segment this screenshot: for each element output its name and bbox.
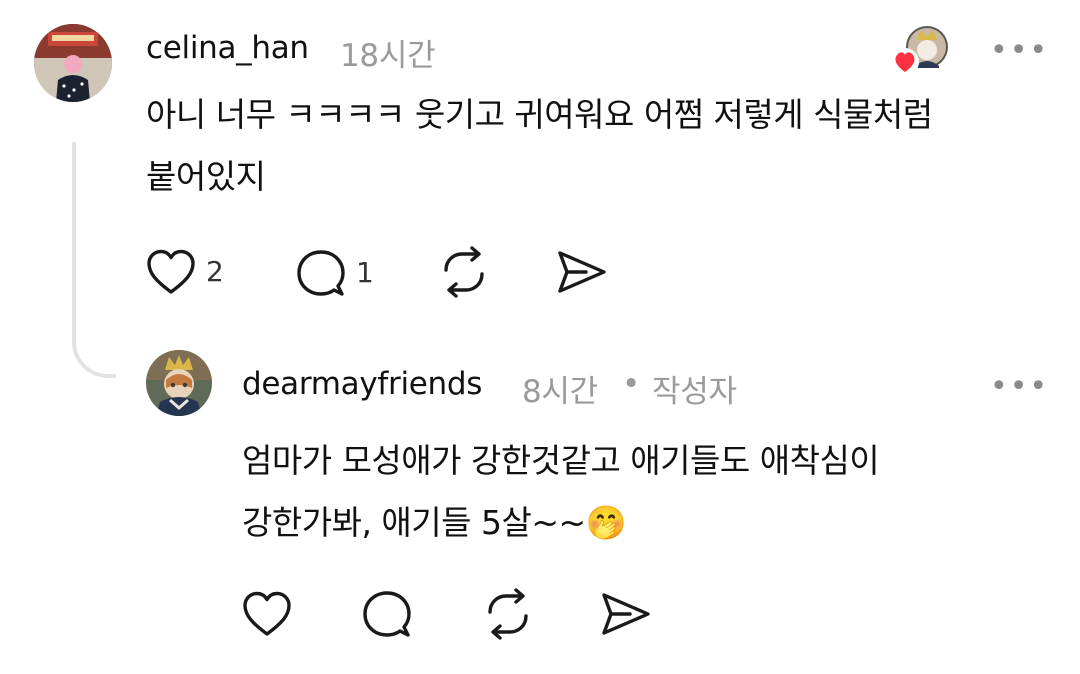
reply-like-button[interactable] [242,590,292,638]
share-icon [558,251,606,293]
reply-more-button[interactable]: ••• [990,372,1049,402]
comment-reply-button[interactable]: 1 [296,248,374,298]
repost-icon [444,246,484,298]
heart-icon [243,591,291,636]
reply-author-badge: 작성자 [652,374,737,410]
avatar[interactable] [34,24,112,102]
reply-text-line: 강한가봐, 애기들 5살~~🤭 [242,503,627,542]
reply-repost-button[interactable] [482,588,534,640]
thread-connector-line [72,142,116,378]
comment-repost-button[interactable] [438,246,490,298]
comment-like-count: 2 [206,255,224,288]
comment-more-button[interactable]: ••• [990,36,1049,66]
reply-timestamp: 8시간 [522,374,598,410]
author-liked-indicator [891,24,953,78]
avatar[interactable] [146,350,212,416]
reply-text-line: 엄마가 모성애가 강한것같고 애기들도 애착심이 [242,441,880,480]
comment-text-line: 아니 너무 ㅋㅋㅋㅋ 웃기고 귀여워요 어쩜 저렇게 식물처럼 [146,95,933,134]
reply-reply-button[interactable] [362,589,412,639]
comment-icon [363,591,411,637]
reply-share-button[interactable] [600,590,652,638]
comment-share-button[interactable] [556,248,608,296]
comment-like-button[interactable]: 2 [146,248,224,296]
heart-icon [147,249,195,294]
share-icon [602,593,650,635]
comment-text: 아니 너무 ㅋㅋㅋㅋ 웃기고 귀여워요 어쩜 저렇게 식물처럼 붙어있지 [146,84,933,208]
comment-text-line: 붙어있지 [146,157,266,196]
comment-timestamp: 18시간 [340,38,436,74]
reply-text: 엄마가 모성애가 강한것같고 애기들도 애착심이 강한가봐, 애기들 5살~~🤭 [242,430,880,554]
reply-meta-separator: • [622,366,640,402]
repost-icon [488,588,528,640]
comment-username[interactable]: celina_han [146,30,309,66]
comment-reply-count: 1 [356,256,374,289]
comment-icon [297,250,345,296]
reply-username[interactable]: dearmayfriends [242,366,482,402]
